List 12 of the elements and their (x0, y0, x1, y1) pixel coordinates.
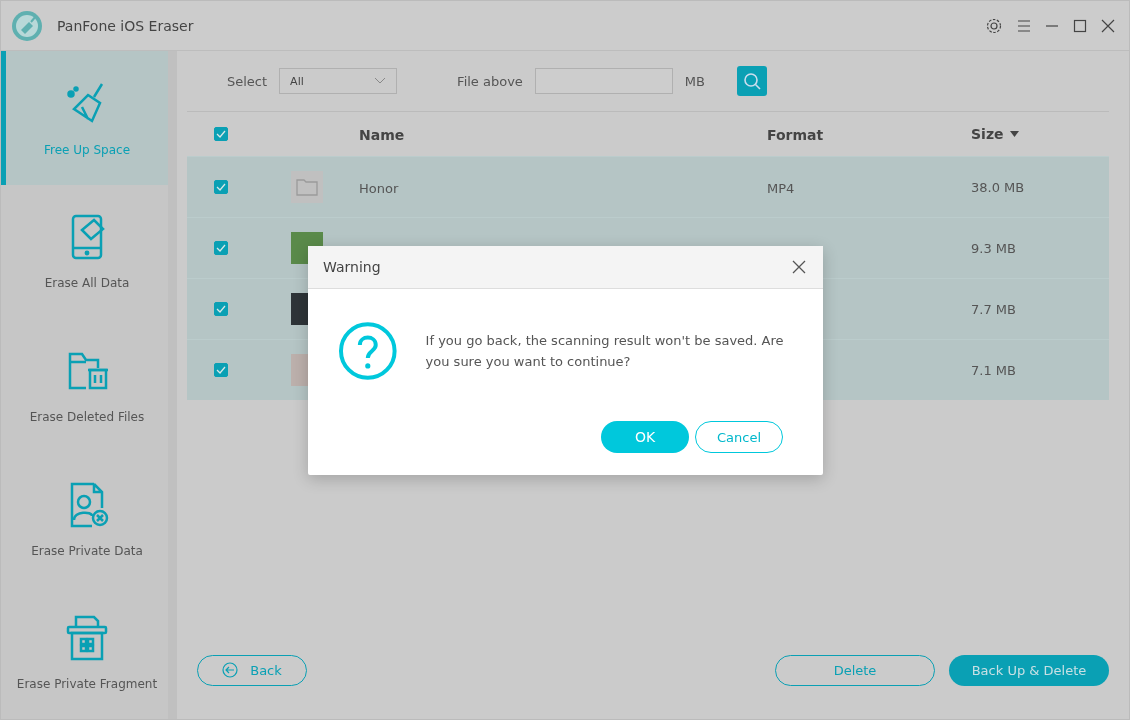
file-size: 9.3 MB (971, 240, 1016, 256)
file-size: 38.0 MB (971, 179, 1025, 195)
file-name: Honor (359, 180, 399, 196)
file-above-label: File above (457, 73, 523, 89)
dialog-message: If you go back, the scanning result won't be saved. Are you sure you want to continue? (425, 332, 785, 371)
file-size: 7.1 MB (971, 362, 1016, 378)
select-label: Select (227, 73, 268, 89)
window-title: PanFone iOS Eraser (57, 17, 194, 34)
file-size: 7.7 MB (971, 301, 1016, 317)
dialog-title: Warning (323, 259, 381, 275)
unit-label: MB (684, 73, 705, 89)
file-format: MP4 (767, 180, 795, 196)
